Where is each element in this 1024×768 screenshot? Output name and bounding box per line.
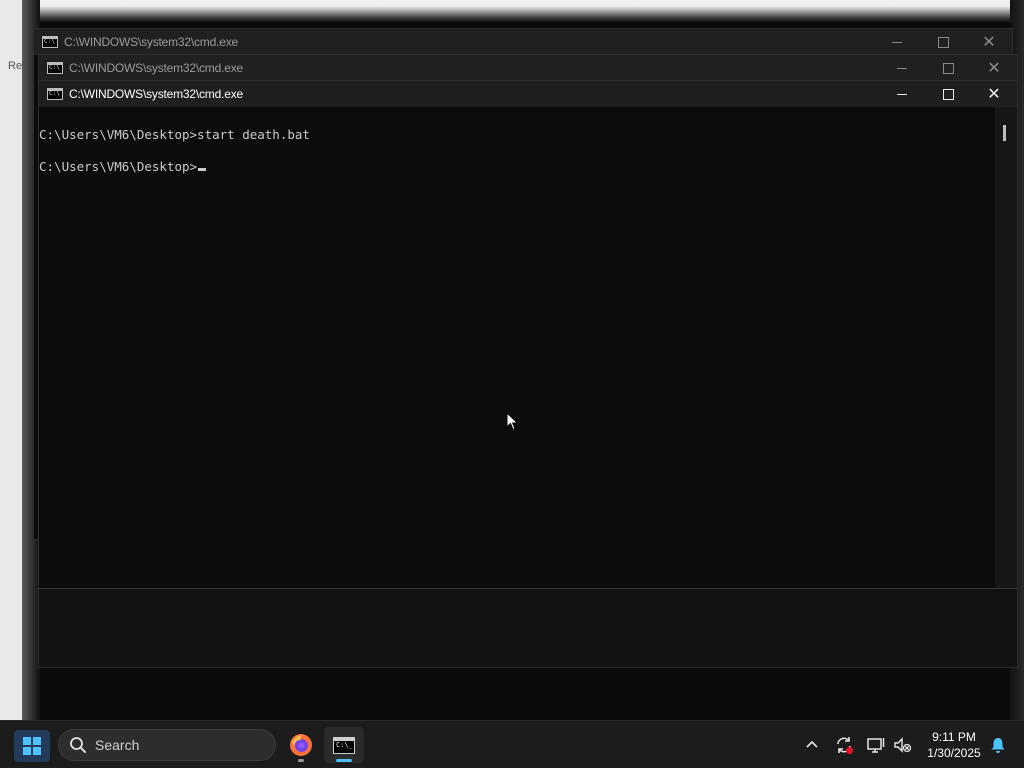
- start-button[interactable]: [14, 730, 50, 762]
- minimize-button[interactable]: [879, 55, 925, 81]
- maximize-icon: [937, 36, 949, 48]
- minimize-button[interactable]: [874, 29, 920, 55]
- show-hidden-icons-button[interactable]: [800, 733, 824, 757]
- windows-logo-icon: [23, 737, 41, 755]
- close-icon: ✕: [982, 32, 996, 51]
- taskbar-clock[interactable]: 9:11 PM 1/30/2025: [918, 729, 990, 761]
- notification-center-button[interactable]: [986, 733, 1010, 757]
- maximize-icon: [942, 88, 954, 100]
- search-icon: [70, 737, 86, 753]
- cmd-icon: [333, 736, 355, 754]
- console-line-text: C:\Users\VM6\Desktop>start death.bat: [39, 127, 310, 142]
- window-title: C:\WINDOWS\system32\cmd.exe: [69, 87, 243, 101]
- minimize-icon: [897, 67, 907, 69]
- console-prompt-text: C:\Users\VM6\Desktop>: [39, 159, 198, 174]
- vertical-scrollbar[interactable]: [995, 107, 1017, 589]
- close-button[interactable]: ✕: [966, 29, 1012, 55]
- notification-bell-icon: [991, 738, 1005, 753]
- volume-muted-icon: [894, 737, 912, 753]
- console-line: C:\Users\VM6\Desktop>start death.bat: [39, 127, 310, 142]
- taskbar-app-cmd[interactable]: [324, 727, 364, 763]
- taskbar-running-indicator: [298, 759, 304, 762]
- maximize-button[interactable]: [925, 55, 971, 81]
- sync-icon: [837, 737, 853, 754]
- window-title: C:\WINDOWS\system32\cmd.exe: [69, 61, 243, 75]
- maximize-button[interactable]: [925, 81, 971, 107]
- window-title: C:\WINDOWS\system32\cmd.exe: [64, 35, 238, 49]
- clock-date: 1/30/2025: [927, 746, 981, 760]
- maximize-button[interactable]: [920, 29, 966, 55]
- minimize-icon: [892, 41, 902, 43]
- desktop-edge-text: Re: [8, 60, 23, 72]
- search-label: Search: [95, 737, 140, 753]
- clock-time: 9:11 PM: [932, 730, 976, 744]
- minimize-button[interactable]: [879, 81, 925, 107]
- close-button[interactable]: ✕: [971, 81, 1017, 107]
- cmd-app-icon: [47, 88, 63, 100]
- window-titlebar[interactable]: C:\WINDOWS\system32\cmd.exe ✕: [34, 29, 1012, 55]
- console-prompt-line: C:\Users\VM6\Desktop>: [39, 159, 207, 174]
- taskbar-active-indicator: [336, 759, 352, 762]
- minimize-icon: [897, 93, 907, 95]
- close-icon: ✕: [987, 84, 1001, 103]
- console-bottom-area: [39, 588, 1017, 667]
- close-icon: ✕: [987, 58, 1001, 77]
- cmd-app-icon: [47, 62, 63, 74]
- taskbar: Search C:\_ 9:11 PM 1/30/2025: [0, 720, 1024, 768]
- console-output[interactable]: C:\Users\VM6\Desktop>start death.bat C:\…: [39, 107, 1017, 667]
- text-cursor: [198, 168, 207, 171]
- mouse-pointer-icon: [506, 412, 519, 431]
- close-button[interactable]: ✕: [971, 55, 1017, 81]
- tray-sync-button[interactable]: [832, 733, 856, 757]
- scrollbar-thumb[interactable]: [1003, 125, 1006, 141]
- taskbar-search-box[interactable]: Search: [58, 729, 276, 761]
- window-titlebar[interactable]: C:\WINDOWS\system32\cmd.exe ✕: [39, 81, 1017, 107]
- window-titlebar[interactable]: C:\WINDOWS\system32\cmd.exe ✕: [39, 55, 1017, 81]
- network-icon: [867, 738, 885, 753]
- tray-volume-button[interactable]: [890, 733, 914, 757]
- taskbar-app-firefox[interactable]: [281, 727, 321, 763]
- tray-network-button[interactable]: [864, 733, 888, 757]
- chevron-up-icon: [806, 740, 818, 748]
- desktop-background-top: [0, 0, 1024, 22]
- firefox-icon: [290, 734, 312, 756]
- maximize-icon: [942, 62, 954, 74]
- cmd-window-active[interactable]: C:\WINDOWS\system32\cmd.exe ✕ C:\Users\V…: [38, 80, 1018, 668]
- cmd-app-icon: [42, 36, 58, 48]
